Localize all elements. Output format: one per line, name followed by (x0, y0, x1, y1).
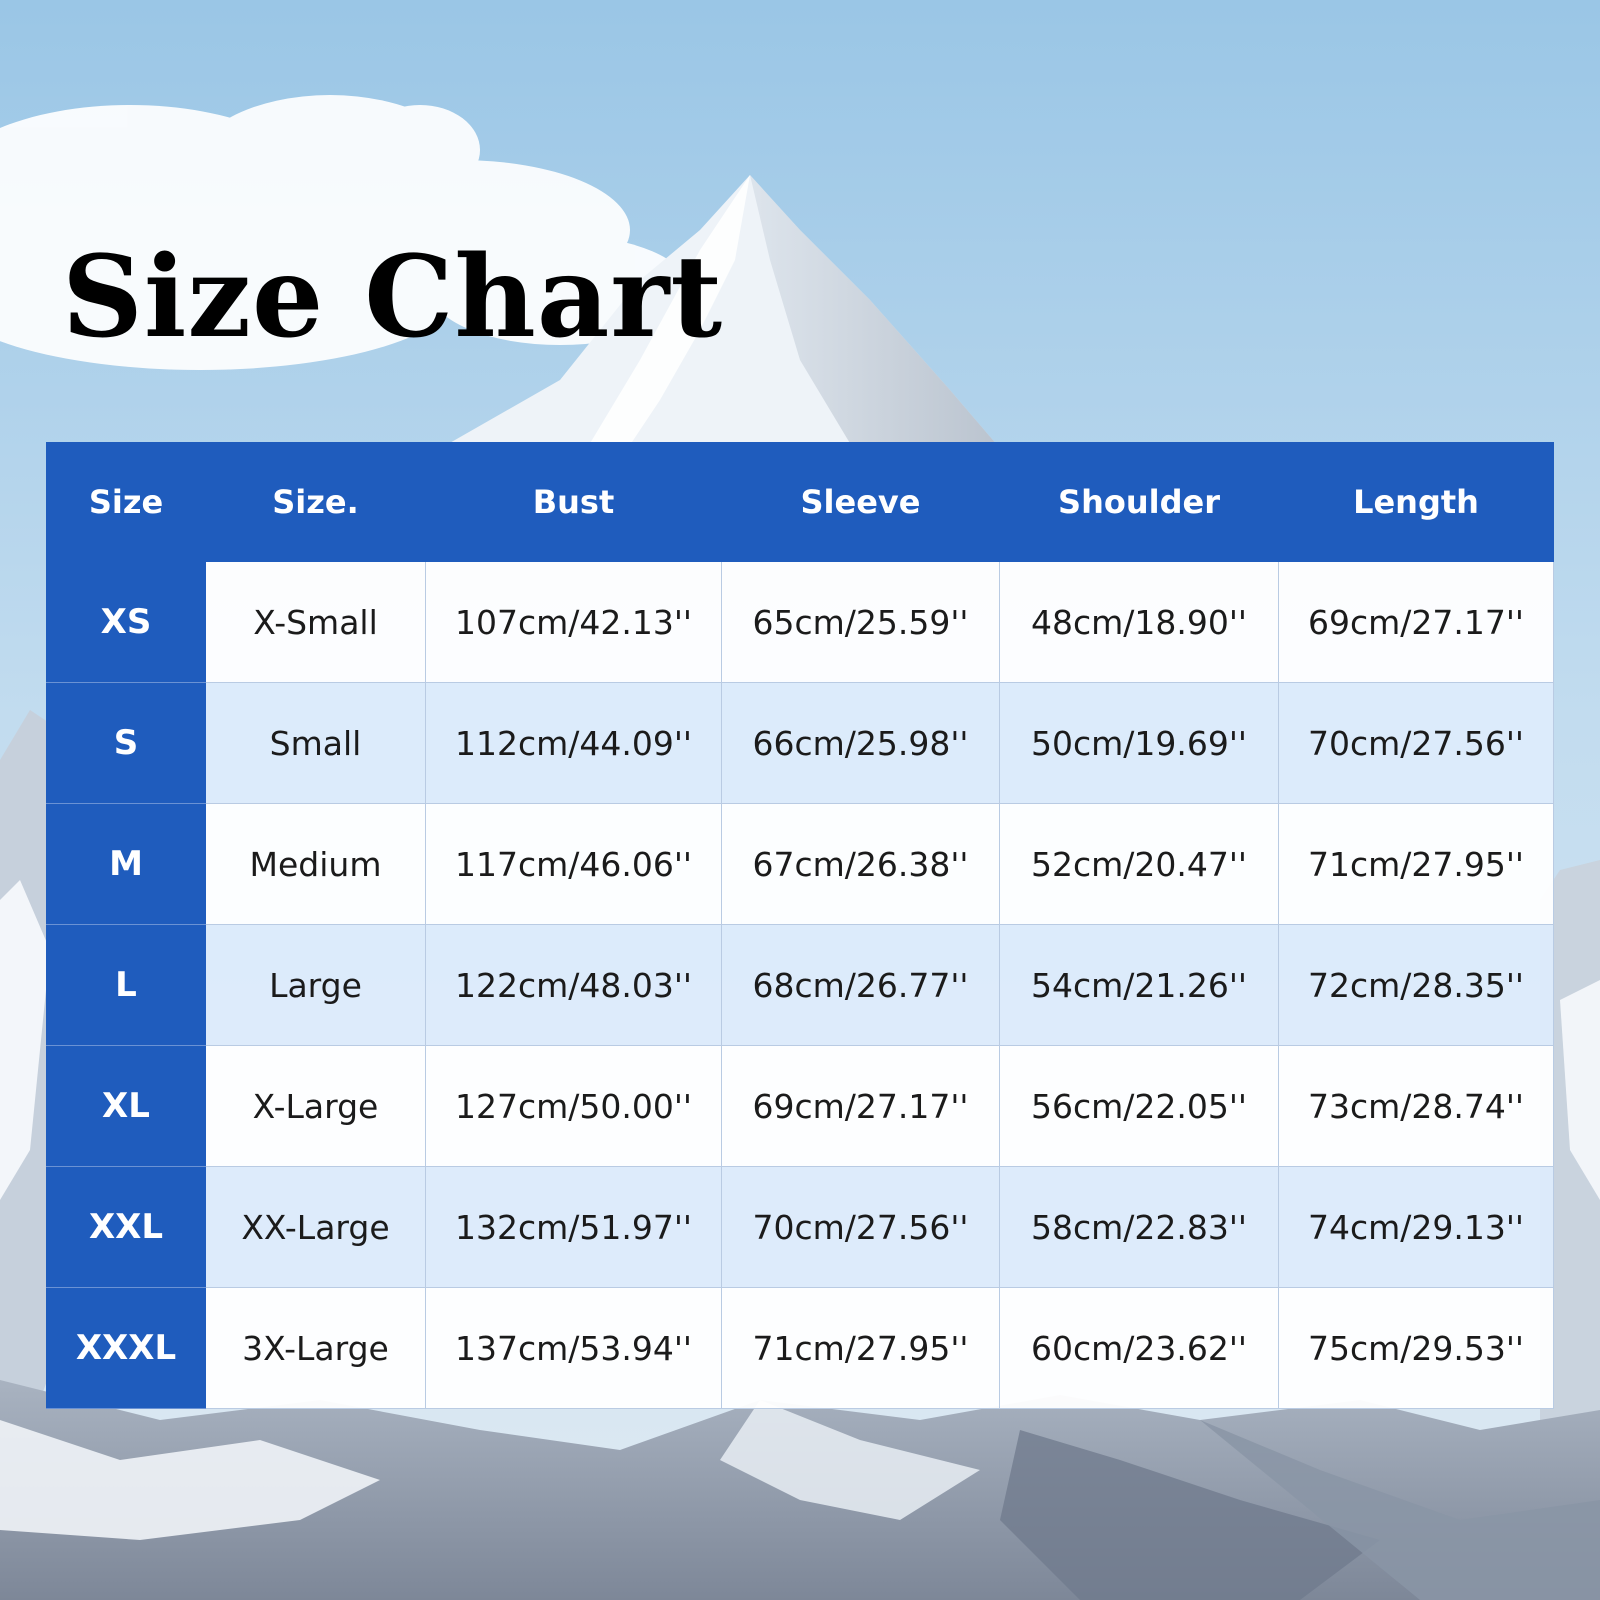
size-code-cell: XS (46, 561, 206, 683)
length-cell: 75cm/29.53'' (1278, 1287, 1554, 1409)
length-cell: 72cm/28.35'' (1278, 924, 1554, 1046)
bust-cell: 107cm/42.13'' (425, 561, 722, 683)
bust-cell: 132cm/51.97'' (425, 1166, 722, 1288)
shoulder-cell: 56cm/22.05'' (999, 1045, 1279, 1167)
size-name-cell: 3X-Large (205, 1287, 426, 1409)
shoulder-cell: 54cm/21.26'' (999, 924, 1279, 1046)
sleeve-cell: 67cm/26.38'' (721, 803, 1000, 925)
sleeve-cell: 70cm/27.56'' (721, 1166, 1000, 1288)
bust-cell: 127cm/50.00'' (425, 1045, 722, 1167)
shoulder-cell: 52cm/20.47'' (999, 803, 1279, 925)
size-name-cell: X-Small (205, 561, 426, 683)
size-code-cell: S (46, 682, 206, 804)
table-row: L Large 122cm/48.03'' 68cm/26.77'' 54cm/… (46, 924, 1554, 1046)
header-sleeve: Sleeve (721, 442, 1000, 562)
sleeve-cell: 66cm/25.98'' (721, 682, 1000, 804)
length-cell: 73cm/28.74'' (1278, 1045, 1554, 1167)
size-name-cell: Large (205, 924, 426, 1046)
size-code-cell: XL (46, 1045, 206, 1167)
table-header-row: Size Size. Bust Sleeve Shoulder Length (46, 442, 1554, 562)
size-chart-table: Size Size. Bust Sleeve Shoulder Length X… (46, 442, 1554, 1409)
bust-cell: 122cm/48.03'' (425, 924, 722, 1046)
bust-cell: 112cm/44.09'' (425, 682, 722, 804)
length-cell: 70cm/27.56'' (1278, 682, 1554, 804)
header-bust: Bust (425, 442, 722, 562)
bust-cell: 117cm/46.06'' (425, 803, 722, 925)
shoulder-cell: 60cm/23.62'' (999, 1287, 1279, 1409)
table-row: M Medium 117cm/46.06'' 67cm/26.38'' 52cm… (46, 803, 1554, 925)
sleeve-cell: 68cm/26.77'' (721, 924, 1000, 1046)
length-cell: 74cm/29.13'' (1278, 1166, 1554, 1288)
sleeve-cell: 65cm/25.59'' (721, 561, 1000, 683)
table-row: XXL XX-Large 132cm/51.97'' 70cm/27.56'' … (46, 1166, 1554, 1288)
header-size-code: Size (46, 442, 206, 562)
shoulder-cell: 58cm/22.83'' (999, 1166, 1279, 1288)
length-cell: 69cm/27.17'' (1278, 561, 1554, 683)
sleeve-cell: 69cm/27.17'' (721, 1045, 1000, 1167)
size-code-cell: L (46, 924, 206, 1046)
header-size-name: Size. (205, 442, 426, 562)
size-code-cell: XXL (46, 1166, 206, 1288)
header-length: Length (1278, 442, 1554, 562)
length-cell: 71cm/27.95'' (1278, 803, 1554, 925)
size-code-cell: M (46, 803, 206, 925)
table-row: XS X-Small 107cm/42.13'' 65cm/25.59'' 48… (46, 561, 1554, 683)
bust-cell: 137cm/53.94'' (425, 1287, 722, 1409)
sleeve-cell: 71cm/27.95'' (721, 1287, 1000, 1409)
size-name-cell: Medium (205, 803, 426, 925)
table-row: S Small 112cm/44.09'' 66cm/25.98'' 50cm/… (46, 682, 1554, 804)
size-name-cell: XX-Large (205, 1166, 426, 1288)
header-shoulder: Shoulder (999, 442, 1279, 562)
size-name-cell: X-Large (205, 1045, 426, 1167)
size-name-cell: Small (205, 682, 426, 804)
shoulder-cell: 48cm/18.90'' (999, 561, 1279, 683)
table-row: XXXL 3X-Large 137cm/53.94'' 71cm/27.95''… (46, 1287, 1554, 1409)
page-title: Size Chart (62, 232, 724, 363)
size-code-cell: XXXL (46, 1287, 206, 1409)
table-row: XL X-Large 127cm/50.00'' 69cm/27.17'' 56… (46, 1045, 1554, 1167)
shoulder-cell: 50cm/19.69'' (999, 682, 1279, 804)
